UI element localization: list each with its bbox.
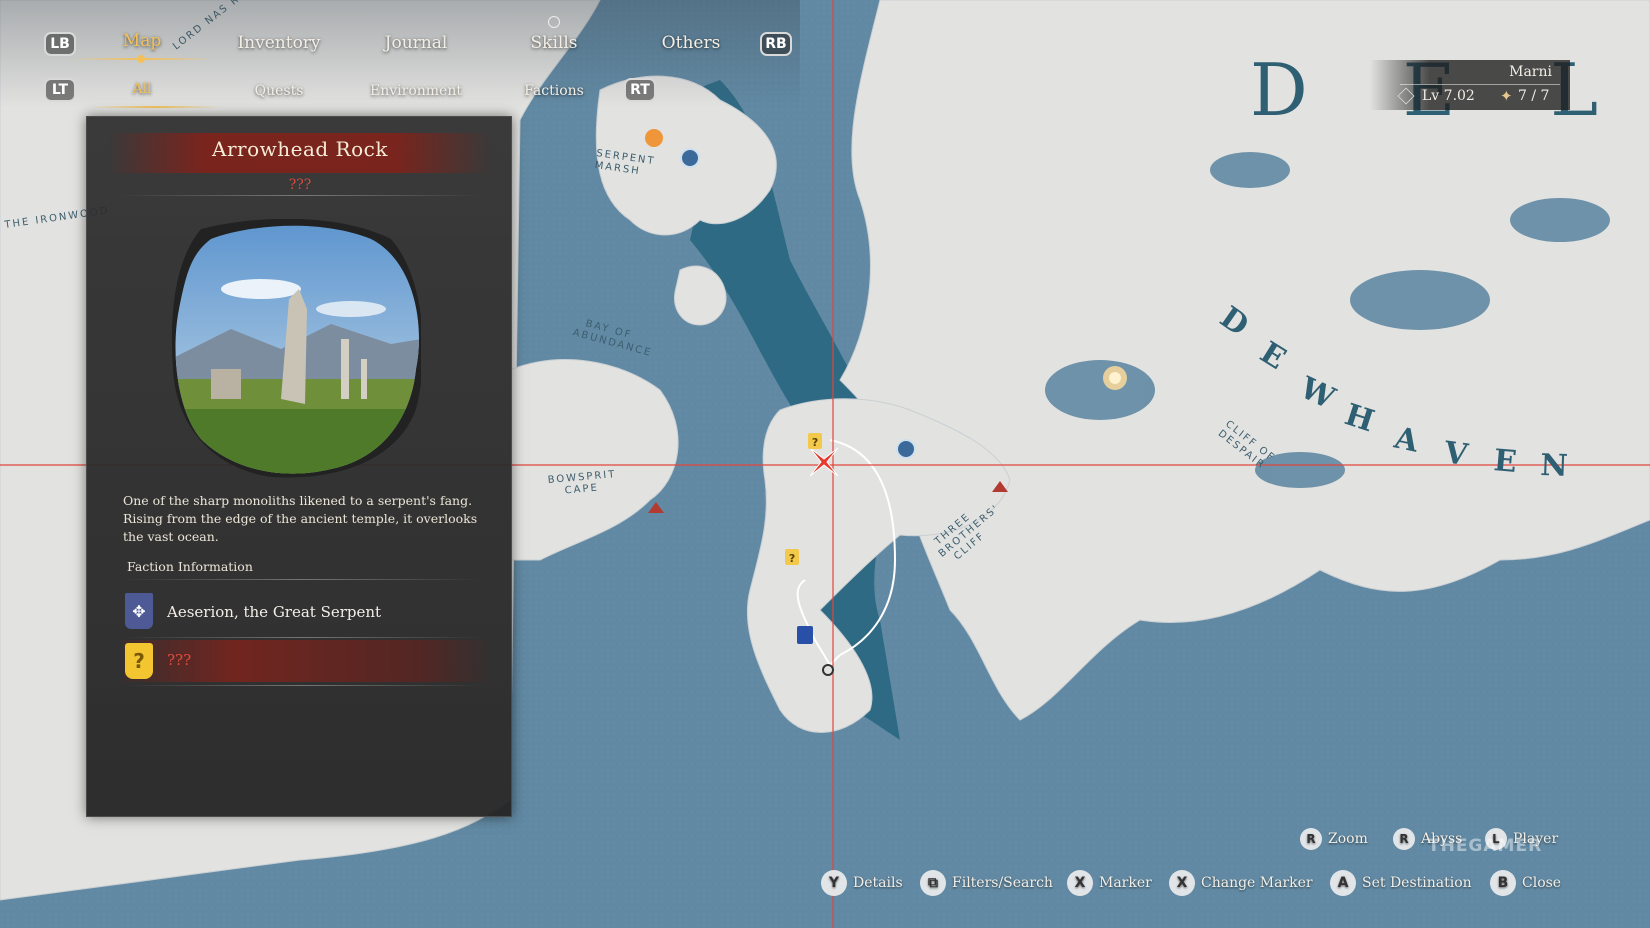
marker-label: Marker: [1099, 875, 1152, 891]
change-marker-control[interactable]: X Change Marker: [1169, 870, 1313, 896]
faction-info-header: Faction Information: [127, 559, 253, 574]
marker-control[interactable]: X Marker: [1067, 870, 1152, 896]
rb-button[interactable]: RB: [760, 32, 792, 56]
shrine-marker-icon[interactable]: [896, 439, 916, 459]
faction-divider-3: [123, 685, 483, 686]
title-divider: [117, 195, 483, 196]
lt-button[interactable]: LT: [44, 78, 76, 102]
lake: [1210, 152, 1290, 188]
quest-marker-icon[interactable]: ?: [785, 549, 799, 565]
location-title: Arrowhead Rock: [212, 137, 388, 161]
filters-search-label: Filters/Search: [952, 875, 1053, 891]
shrine-marker-icon[interactable]: [680, 148, 700, 168]
close-control[interactable]: B Close: [1490, 870, 1561, 896]
location-image: [171, 219, 421, 478]
player-stat: 7 / 7: [1518, 88, 1550, 104]
dewhaven-letter: E: [1492, 443, 1518, 480]
zoom-control[interactable]: R Zoom: [1300, 828, 1368, 850]
skills-notification-icon: [548, 16, 560, 28]
tab-inventory[interactable]: Inventory: [237, 33, 320, 53]
x-button-icon: X: [1067, 870, 1093, 896]
player-name: Marni: [1509, 64, 1552, 80]
faction-name: Aeserion, the Great Serpent: [167, 603, 382, 621]
faction-divider: [123, 579, 483, 580]
location-info-panel: Arrowhead Rock ??? One of the sharp mono…: [86, 116, 512, 817]
details-label: Details: [853, 875, 903, 891]
svg-text:?: ?: [812, 436, 818, 449]
lake: [1510, 198, 1610, 242]
b-button-icon: B: [1490, 870, 1516, 896]
subtab-all[interactable]: All: [132, 81, 151, 97]
faction-marker-icon[interactable]: [797, 626, 813, 644]
tab-skills[interactable]: Skills: [531, 33, 578, 53]
lake: [1350, 270, 1490, 330]
player-level: Lv 7.02: [1422, 88, 1475, 104]
close-label: Close: [1522, 875, 1562, 891]
subtab-quests[interactable]: Quests: [255, 83, 304, 99]
subtab-factions[interactable]: Factions: [524, 83, 584, 99]
tab-map[interactable]: Map: [123, 31, 161, 51]
tab-others[interactable]: Others: [662, 33, 721, 53]
subtab-environment[interactable]: Environment: [370, 83, 462, 99]
subtab-active-underline: [90, 106, 220, 108]
dewhaven-letter: N: [1540, 448, 1569, 484]
camp-marker-icon[interactable]: [645, 129, 663, 147]
y-button-icon: Y: [821, 870, 847, 896]
filters-search-control[interactable]: ⧉ Filters/Search: [920, 870, 1053, 896]
view-button-icon: ⧉: [920, 870, 946, 896]
a-button-icon: A: [1330, 870, 1356, 896]
quest-marker-icon[interactable]: ?: [808, 433, 822, 449]
set-destination-label: Set Destination: [1362, 875, 1472, 891]
landmark-marker-icon[interactable]: [1103, 366, 1127, 390]
location-subtitle: ???: [288, 177, 312, 193]
stat-icon: ✦: [1500, 87, 1513, 105]
level-icon: [1397, 87, 1415, 105]
tab-active-dot-icon: [137, 55, 145, 63]
details-control[interactable]: Y Details: [821, 870, 903, 896]
svg-text:?: ?: [789, 552, 795, 565]
change-marker-label: Change Marker: [1201, 875, 1313, 891]
rt-button[interactable]: RT: [624, 78, 656, 102]
player-divider: [1400, 84, 1560, 85]
right-stick-icon: R: [1300, 828, 1322, 850]
tab-journal[interactable]: Journal: [385, 33, 448, 53]
lake: [1045, 360, 1155, 420]
unknown-faction-icon: ?: [125, 643, 153, 679]
x-button-hold-icon: X: [1169, 870, 1195, 896]
player-status: Marni Lv 7.02 ✦ 7 / 7: [1370, 60, 1570, 110]
zoom-label: Zoom: [1328, 831, 1368, 847]
set-destination-control[interactable]: A Set Destination: [1330, 870, 1472, 896]
location-description: One of the sharp monoliths likened to a …: [123, 493, 478, 544]
watermark: THEGAMER: [1428, 836, 1543, 856]
lb-button[interactable]: LB: [44, 32, 76, 56]
faction-divider-2: [123, 637, 483, 638]
serpent-faction-icon: ✥: [125, 593, 153, 629]
unknown-faction-name: ???: [167, 651, 192, 669]
right-stick-icon: R: [1393, 828, 1415, 850]
